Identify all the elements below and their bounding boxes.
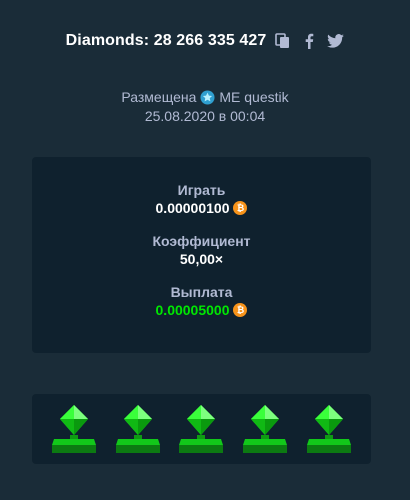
multiplier-label: Коэффициент — [152, 233, 251, 249]
bet-details-panel: Играть 0.00000100 ₿ Коэффициент 50,00× В… — [32, 157, 371, 353]
diamonds-title: Diamonds: 28 266 335 427 — [65, 32, 267, 49]
gem-slot — [175, 401, 227, 457]
twitter-icon[interactable] — [326, 32, 344, 50]
bitcoin-icon: ₿ — [233, 201, 248, 215]
green-diamond-icon — [239, 405, 291, 461]
payout-stat: Выплата 0.00005000 ₿ — [156, 283, 248, 319]
gem-slot — [239, 401, 291, 457]
play-label: Играть — [177, 182, 226, 198]
play-amount-row: 0.00000100 ₿ — [156, 199, 248, 217]
payout-amount: 0.00005000 — [155, 302, 230, 318]
green-diamond-icon — [48, 405, 100, 461]
gems-result-panel — [32, 394, 371, 464]
play-amount: 0.00000100 — [155, 200, 230, 216]
bitcoin-icon: ₿ — [233, 303, 248, 317]
payout-label: Выплата — [170, 284, 233, 300]
green-diamond-icon — [175, 405, 227, 461]
gem-slot — [48, 401, 100, 457]
vip-star-icon — [200, 90, 215, 105]
gem-slot — [112, 401, 164, 457]
placed-label: Размещена — [121, 89, 197, 105]
multiplier-stat: Коэффициент 50,00× — [152, 232, 250, 268]
bet-datetime: 25.08.2020 в 00:04 — [144, 108, 266, 124]
gem-slot — [303, 401, 355, 457]
green-diamond-icon — [303, 405, 355, 461]
multiplier-value: 50,00× — [179, 251, 224, 267]
green-diamond-icon — [112, 405, 164, 461]
page-header: Diamonds: 28 266 335 427 — [0, 32, 410, 50]
username-link[interactable]: ME questik — [219, 88, 288, 107]
bet-meta: Размещена ME questik 25.08.2020 в 00:04 — [0, 88, 410, 126]
payout-amount-row: 0.00005000 ₿ — [156, 301, 248, 319]
play-stat: Играть 0.00000100 ₿ — [156, 181, 248, 217]
facebook-icon[interactable] — [300, 32, 318, 50]
copy-icon[interactable] — [274, 32, 292, 50]
